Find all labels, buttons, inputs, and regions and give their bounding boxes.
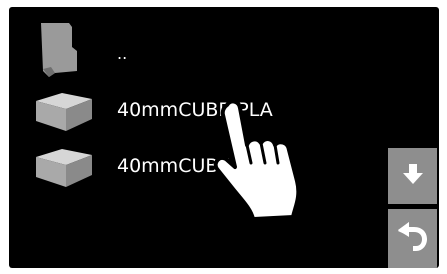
touchscreen: .. 40mmCUBE-PLA 40mmCUBE-PLA xyxy=(9,7,439,268)
scroll-down-button[interactable] xyxy=(388,148,437,204)
list-item-label: 40mmCUBE-PLA xyxy=(117,155,273,177)
arrow-down-icon xyxy=(402,162,424,190)
back-button[interactable] xyxy=(388,209,437,268)
cube-icon xyxy=(32,89,96,137)
list-item-parent-folder[interactable]: .. xyxy=(9,21,389,77)
list-item-file[interactable]: 40mmCUBE-PLA xyxy=(9,83,389,139)
list-item-file[interactable]: 40mmCUBE-PLA xyxy=(9,139,389,195)
back-arrow-icon xyxy=(396,220,430,258)
list-item-label: .. xyxy=(117,44,128,63)
list-item-label: 40mmCUBE-PLA xyxy=(117,99,273,121)
cube-icon xyxy=(32,145,96,193)
folder-up-icon xyxy=(39,21,81,83)
